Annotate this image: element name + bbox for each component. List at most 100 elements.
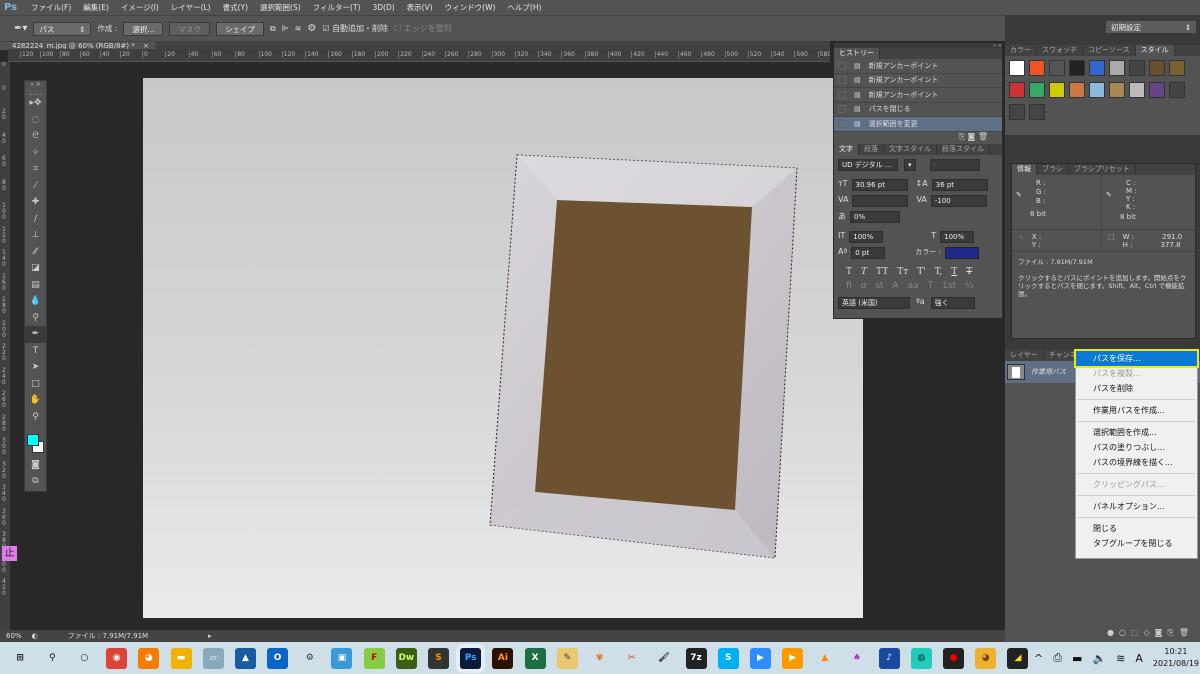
swash-button[interactable]: ơ (861, 281, 867, 291)
zoom-icon[interactable]: ▶ (749, 647, 771, 669)
paint-icon[interactable]: 🖌 (653, 648, 674, 669)
menu-item[interactable]: レイヤー(L) (165, 2, 217, 13)
add-mask-icon[interactable]: ◙ (1155, 628, 1168, 637)
clone-stamp-tool-icon[interactable]: ⊥ (25, 227, 46, 244)
kerning-field[interactable] (852, 194, 909, 207)
contacts-icon[interactable]: ▣ (331, 647, 353, 669)
butterfly-icon[interactable]: ✾ (589, 648, 610, 669)
gear-icon[interactable]: ⚙ (307, 23, 316, 34)
underline-button[interactable]: T (951, 267, 957, 277)
fractions-button[interactable]: ½ (965, 281, 974, 291)
sublime-icon[interactable]: S (428, 647, 450, 669)
tab-item[interactable]: スタイル (1135, 45, 1175, 56)
skype-icon[interactable]: S (717, 647, 739, 669)
history-checkbox[interactable] (838, 76, 846, 85)
menu-item[interactable]: 3D(D) (366, 3, 400, 12)
tab-item[interactable]: ブラシプリセット (1069, 164, 1136, 175)
ime-icon[interactable]: A (1135, 652, 1143, 665)
faux-bold-button[interactable]: T (846, 267, 852, 277)
tab-item[interactable]: レイヤー (1005, 350, 1044, 361)
menu-item[interactable]: 編集(E) (77, 2, 115, 13)
app-teal-icon[interactable]: ◍ (910, 647, 932, 669)
ligature-button[interactable]: ﬁ (846, 281, 852, 291)
style-swatch[interactable] (1049, 82, 1065, 98)
style-swatch[interactable] (1049, 60, 1065, 76)
wifi-icon[interactable]: ≋ (1116, 652, 1125, 665)
trash-icon[interactable]: 🗑 (978, 132, 988, 141)
pen-tool-icon[interactable]: ✒ (25, 326, 46, 343)
ornaments-button[interactable]: T (928, 281, 934, 291)
new-path-icon[interactable]: ⎘ (1167, 628, 1178, 637)
select-button[interactable]: 選択... (123, 21, 164, 36)
style-swatch[interactable] (1089, 60, 1105, 76)
path-operations-icon[interactable]: ⧉ (270, 24, 276, 34)
style-swatch[interactable] (1169, 82, 1185, 98)
tab-item[interactable]: 文字 (834, 143, 859, 155)
snipping-icon[interactable]: ✂ (621, 648, 642, 669)
shape-button[interactable]: シェイプ (215, 21, 264, 36)
dodge-tool-icon[interactable]: ⚲ (25, 310, 46, 327)
titling-button[interactable]: A (892, 281, 898, 291)
history-item[interactable]: ▤ パスを閉じる (834, 103, 1002, 117)
illustrator-icon[interactable]: Ai (492, 647, 514, 669)
settings-icon[interactable]: ⚙ (299, 648, 320, 669)
video-icon[interactable]: ▶ (782, 647, 804, 669)
language-select[interactable]: 英語 (米国) (838, 296, 910, 309)
excel-icon[interactable]: X (524, 647, 546, 669)
app-bear-icon[interactable]: ◕ (975, 647, 997, 669)
search-icon[interactable]: ⚲ (42, 648, 63, 669)
font-family-select[interactable]: UD デジタル ... (838, 158, 898, 171)
style-swatch[interactable] (1149, 60, 1165, 76)
stylistic-button[interactable]: st (875, 281, 883, 291)
blur-tool-icon[interactable]: 💧 (25, 293, 46, 310)
lasso-tool-icon[interactable]: ᘓ (25, 128, 46, 145)
context-menu-item[interactable]: パネルオプション... (1076, 499, 1197, 514)
tray-chevron-icon[interactable]: ^ (1034, 652, 1043, 665)
superscript-button[interactable]: T' (917, 267, 925, 277)
style-swatch[interactable] (1169, 60, 1185, 76)
notepad-icon[interactable]: ▱ (202, 647, 224, 669)
context-menu-item[interactable]: タブグループを閉じる (1076, 536, 1197, 551)
style-swatch[interactable] (1029, 82, 1045, 98)
menu-item[interactable]: 表示(V) (401, 2, 439, 13)
file-explorer-icon[interactable]: ▬ (170, 647, 192, 669)
history-checkbox[interactable] (838, 119, 846, 128)
eyedropper-tool-icon[interactable]: ⁄ (25, 178, 46, 195)
tab-item[interactable]: 文字スタイル (884, 143, 937, 155)
history-item[interactable]: ▤ 新規アンカーポイント (834, 59, 1002, 74)
load-selection-icon[interactable]: ⬚ (1131, 628, 1144, 637)
context-menu-item[interactable]: パスを複製... (1076, 366, 1197, 381)
meet-icon[interactable]: ⎙ (1053, 651, 1062, 665)
auto-add-delete-checkbox[interactable]: ☑ 自動追加・削除 (322, 23, 388, 34)
recorder-icon[interactable]: ● (943, 647, 965, 669)
style-swatch[interactable] (1009, 104, 1025, 120)
tab-item[interactable]: カラー (1005, 45, 1037, 56)
zoom-level[interactable]: 60% (6, 632, 22, 640)
leading-field[interactable]: 36 pt (931, 178, 988, 191)
start-icon[interactable]: ⊞ (10, 648, 31, 669)
menu-item[interactable]: ヘルプ(H) (501, 2, 547, 13)
font-style-select[interactable]: - (930, 158, 980, 171)
status-menu-arrow[interactable]: ▸ (208, 632, 212, 640)
tab-history[interactable]: ヒストリー (834, 48, 880, 59)
text-color-swatch[interactable] (944, 246, 979, 259)
tab-item[interactable]: 段落スタイル (937, 143, 990, 155)
path-selection-tool-icon[interactable]: ➤ (25, 359, 46, 376)
tab-item[interactable]: コピーソース (1083, 45, 1136, 56)
tab-item[interactable]: スウォッチ (1037, 45, 1083, 56)
type-tool-icon[interactable]: T (25, 343, 46, 360)
style-swatch[interactable] (1129, 82, 1145, 98)
eraser-tool-icon[interactable]: ◪ (25, 260, 46, 277)
magic-wand-tool-icon[interactable]: ✧ (25, 145, 46, 162)
brush-tool-icon[interactable]: / (25, 211, 46, 228)
menu-item[interactable]: 選択範囲(S) (254, 2, 307, 13)
style-swatch[interactable] (1109, 82, 1125, 98)
menu-item[interactable]: 書式(Y) (217, 2, 254, 13)
dreamweaver-icon[interactable]: Dw (395, 647, 417, 669)
subscript-button[interactable]: T, (935, 267, 943, 277)
tsume-field[interactable]: 0% (850, 210, 900, 223)
fill-path-icon[interactable]: ● (1107, 628, 1119, 637)
strikethrough-button[interactable]: T (966, 267, 972, 277)
align-edges-checkbox[interactable]: ☐ エッジを整列 (394, 23, 452, 34)
font-size-field[interactable]: 30.96 pt (851, 178, 908, 191)
